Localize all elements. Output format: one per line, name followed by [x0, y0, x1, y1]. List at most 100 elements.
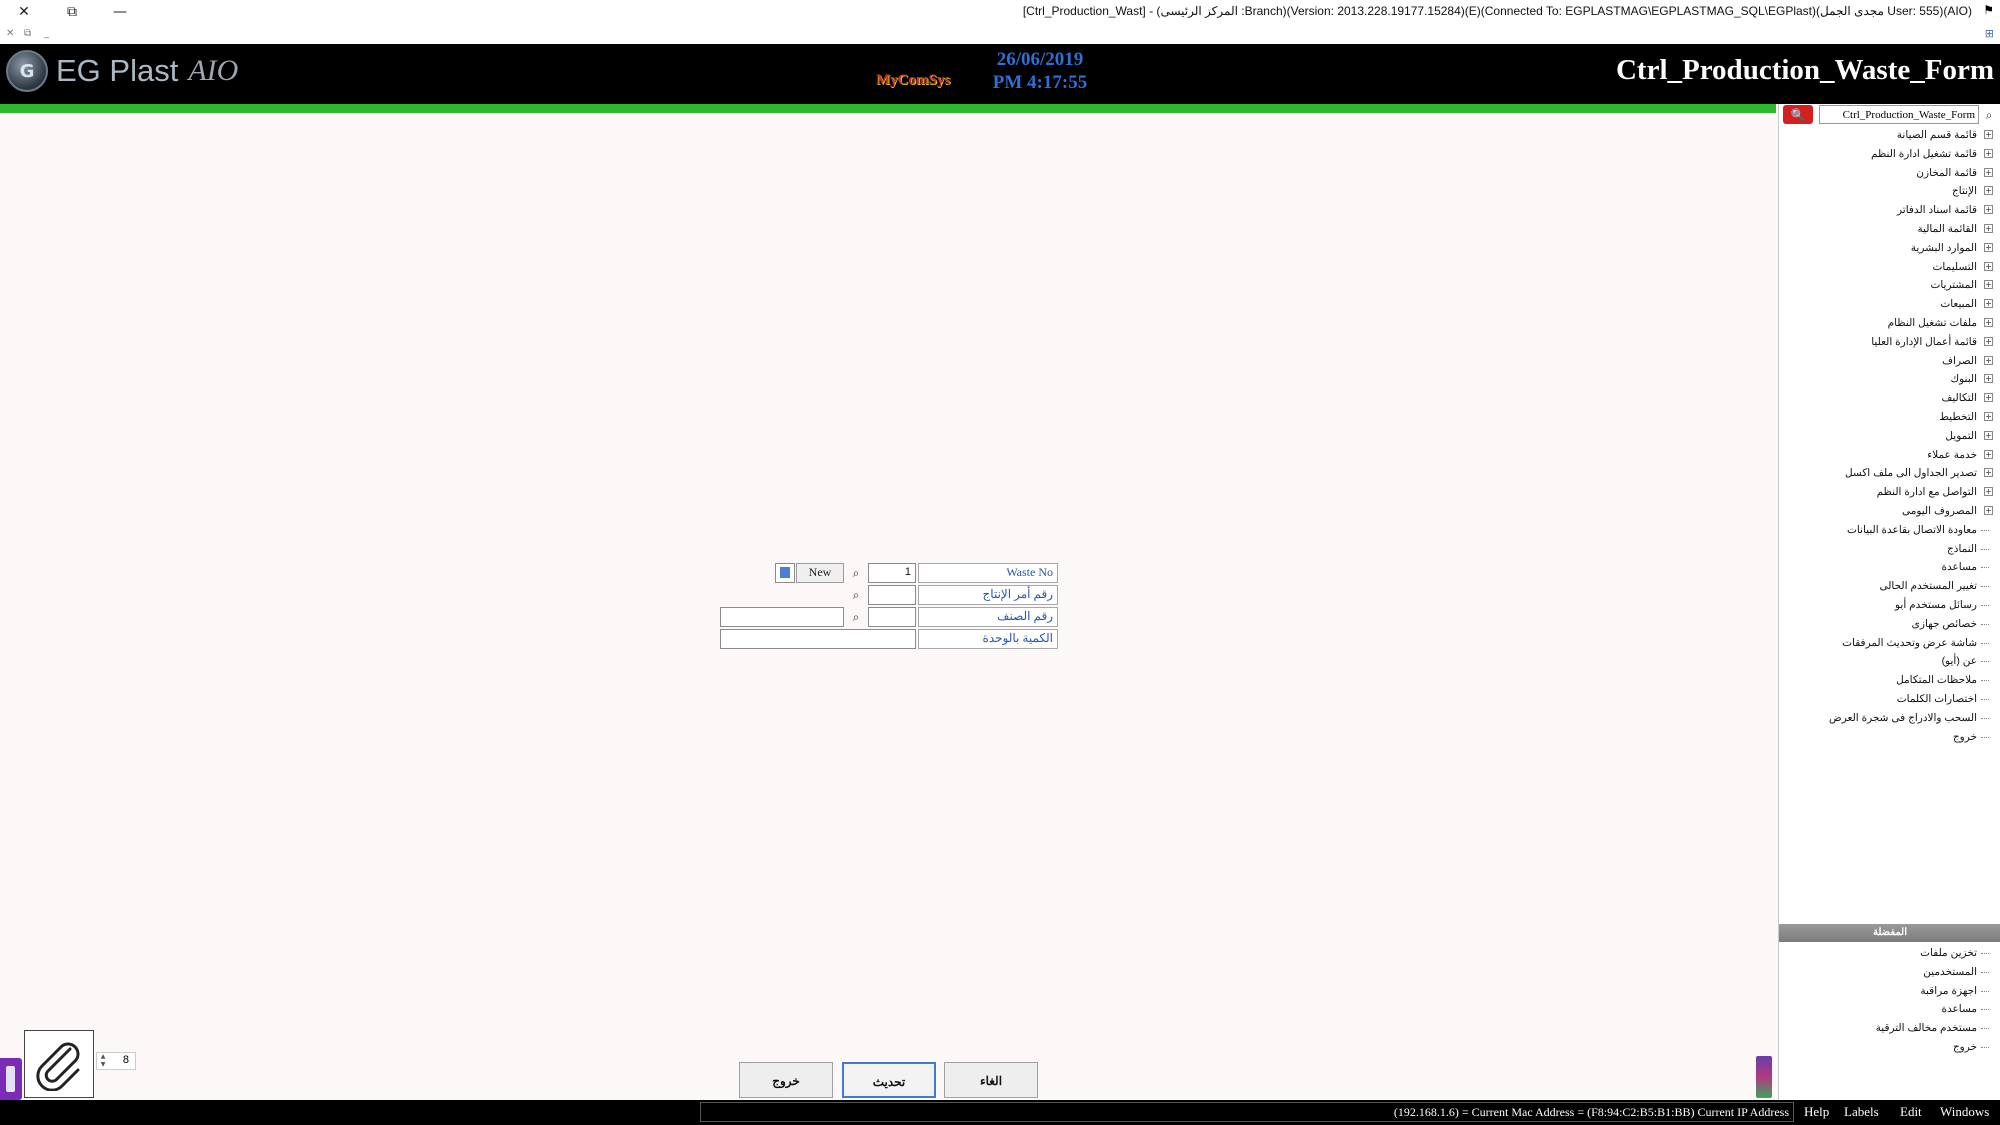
favorites-header: المفضلة	[1779, 924, 2000, 942]
tree-item[interactable]: التواصل مع ادارة النظم +	[1779, 483, 2000, 502]
minimize-window-button[interactable]: —	[96, 0, 144, 24]
tree-item[interactable]: ملفات تشغيل النظام +	[1779, 314, 2000, 333]
tree-item[interactable]: قائمة تشغيل ادارة النظم +	[1779, 145, 2000, 164]
mdi-minimize-icon[interactable]: _	[44, 28, 49, 39]
production-order-lookup-icon[interactable]: ⌕	[846, 586, 866, 604]
side-widget-icon[interactable]	[1756, 1056, 1772, 1098]
item-name-field[interactable]	[720, 607, 844, 627]
tree-item[interactable]: ملاحظات المتكامل	[1779, 671, 2000, 690]
tree-item[interactable]: التمويل +	[1779, 427, 2000, 446]
expand-icon[interactable]: +	[1984, 223, 1993, 233]
side-tab[interactable]	[0, 1058, 22, 1100]
production-order-field[interactable]	[868, 585, 916, 605]
menu-labels[interactable]: Labels	[1844, 1104, 1879, 1120]
expand-icon[interactable]: +	[1984, 449, 1993, 459]
tree-item[interactable]: المشتريات +	[1779, 276, 2000, 295]
expand-icon[interactable]: +	[1984, 411, 1993, 421]
tree-item[interactable]: معاودة الاتصال بقاعدة البيانات	[1779, 521, 2000, 540]
update-button[interactable]: تحديث	[842, 1062, 936, 1098]
favorite-item[interactable]: تخزين ملفات	[1779, 944, 2000, 963]
restore-window-button[interactable]: ⧉	[48, 0, 96, 24]
search-button[interactable]: 🔍	[1783, 105, 1813, 124]
new-indicator[interactable]	[775, 563, 795, 583]
close-window-button[interactable]: ✕	[0, 0, 48, 24]
menu-edit[interactable]: Edit	[1900, 1104, 1922, 1120]
tree-item[interactable]: قائمة اسناد الدفاتر +	[1779, 201, 2000, 220]
tree-item[interactable]: المصروف اليومى +	[1779, 502, 2000, 521]
tree-item[interactable]: السحب والادراج فى شجرة العرض	[1779, 709, 2000, 728]
expand-icon[interactable]: +	[1984, 355, 1993, 365]
expand-icon[interactable]: +	[1984, 374, 1993, 384]
tree-item[interactable]: التخطيط +	[1779, 408, 2000, 427]
expand-icon[interactable]: +	[1984, 336, 1993, 346]
stepper-down-icon[interactable]: ▼	[98, 1061, 108, 1069]
waste-no-lookup-icon[interactable]: ⌕	[846, 564, 866, 582]
tree-item[interactable]: قائمة قسم الصيانة +	[1779, 126, 2000, 145]
favorite-item[interactable]: مستخدم مخالف الترقية	[1779, 1019, 2000, 1038]
tree-item[interactable]: اختصارات الكلمات	[1779, 690, 2000, 709]
tree-item[interactable]: الإنتاج +	[1779, 182, 2000, 201]
cancel-button[interactable]: الغاء	[944, 1062, 1038, 1098]
favorite-item[interactable]: خروج	[1779, 1038, 2000, 1057]
new-button[interactable]: New	[796, 563, 844, 583]
favorite-item[interactable]: اجهزة مراقبة	[1779, 982, 2000, 1001]
tree-item[interactable]: المبيعات +	[1779, 295, 2000, 314]
tree-item[interactable]: تغيير المستخدم الحالى	[1779, 577, 2000, 596]
tree-item[interactable]: الصراف +	[1779, 352, 2000, 371]
tree-item[interactable]: القائمة المالية +	[1779, 220, 2000, 239]
expand-icon[interactable]: +	[1984, 261, 1993, 271]
expand-icon[interactable]: +	[1984, 299, 1993, 309]
attachment-count-stepper[interactable]: ▲ ▼ 8	[96, 1052, 136, 1070]
tree-item[interactable]: النماذج	[1779, 540, 2000, 559]
search-go-icon[interactable]: ⌕	[1980, 106, 1998, 124]
tree-item[interactable]: قائمة أعمال الإدارة العليا +	[1779, 333, 2000, 352]
expand-icon[interactable]: +	[1984, 148, 1993, 158]
item-no-lookup-icon[interactable]: ⌕	[846, 608, 866, 626]
mdi-restore-icon[interactable]: ⧉	[24, 28, 31, 39]
expand-icon[interactable]: +	[1984, 167, 1993, 177]
expand-icon[interactable]: +	[1984, 205, 1993, 215]
status-bar: (192.168.1.6) = Current Mac Address = (F…	[0, 1100, 2000, 1125]
menu-help[interactable]: Help	[1804, 1104, 1829, 1120]
tree-item[interactable]: خروج	[1779, 728, 2000, 747]
mdi-control-bar: ✕ ⧉ _ ⊞	[0, 24, 2000, 44]
attachment-button[interactable]	[24, 1030, 94, 1098]
expand-icon[interactable]: +	[1984, 317, 1993, 327]
tree-item[interactable]: الموارد البشرية +	[1779, 239, 2000, 258]
expand-icon[interactable]: +	[1984, 468, 1993, 478]
expand-icon[interactable]: +	[1984, 505, 1993, 515]
search-input[interactable]	[1819, 105, 1979, 124]
tree-item[interactable]: البنوك +	[1779, 370, 2000, 389]
stepper-up-icon[interactable]: ▲	[98, 1053, 108, 1061]
tree-item[interactable]: شاشة عرض وتحديث المرفقات	[1779, 634, 2000, 653]
tree-item[interactable]: تصدير الجداول الى ملف اكسل +	[1779, 464, 2000, 483]
expand-icon[interactable]: +	[1984, 242, 1993, 252]
expand-icon[interactable]: +	[1984, 186, 1993, 196]
waste-no-field[interactable]: 1	[868, 563, 916, 583]
expand-icon[interactable]: +	[1984, 130, 1993, 139]
tree-item[interactable]: خدمة عملاء +	[1779, 446, 2000, 465]
tree-item[interactable]: خصائص جهازى	[1779, 615, 2000, 634]
mdi-close-icon[interactable]: ✕	[6, 28, 14, 39]
tree-item[interactable]: عن (أيو)	[1779, 652, 2000, 671]
tree-item[interactable]: قائمة المخازن +	[1779, 164, 2000, 183]
favorite-item[interactable]: مساعدة	[1779, 1000, 2000, 1019]
expand-icon[interactable]: +	[1984, 280, 1993, 290]
stepper-arrows[interactable]: ▲ ▼	[98, 1053, 108, 1069]
item-no-field[interactable]	[868, 607, 916, 627]
tree-connector	[1981, 971, 1989, 973]
expand-icon[interactable]: +	[1984, 487, 1993, 497]
tree-connector	[1981, 661, 1989, 663]
quantity-field[interactable]	[720, 629, 916, 649]
menu-windows[interactable]: Windows	[1940, 1104, 1989, 1120]
expand-icon[interactable]: +	[1984, 430, 1993, 440]
expand-icon[interactable]: +	[1984, 393, 1993, 403]
tree-item[interactable]: التسليمات +	[1779, 258, 2000, 277]
exit-button[interactable]: خروج	[739, 1062, 833, 1098]
tree-item[interactable]: التكاليف +	[1779, 389, 2000, 408]
layout-icon[interactable]: ⊞	[1985, 27, 1994, 40]
tree-item-label: المشتريات	[1930, 279, 1977, 292]
favorite-item[interactable]: المستخدمين	[1779, 963, 2000, 982]
tree-item[interactable]: مساعدة	[1779, 558, 2000, 577]
tree-item[interactable]: رسائل مستخدم أيو	[1779, 596, 2000, 615]
